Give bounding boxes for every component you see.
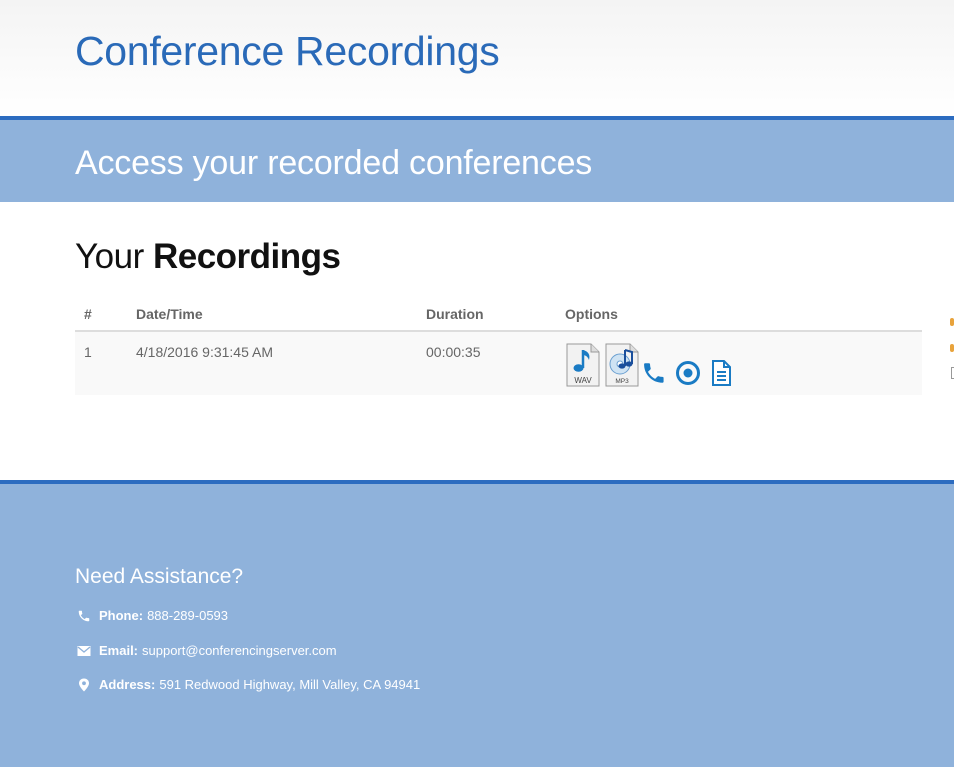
banner-subtitle: Access your recorded conferences bbox=[75, 144, 593, 182]
recording-datetime: 4/18/2016 9:31:45 AM bbox=[136, 344, 273, 360]
footer-email: Email: support@conferencingserver.com bbox=[77, 643, 337, 658]
column-header-number: # bbox=[75, 298, 136, 332]
recording-number: 1 bbox=[84, 344, 92, 360]
cell-duration: 00:00:35 bbox=[426, 331, 565, 395]
phone-icon[interactable] bbox=[643, 348, 669, 389]
footer-heading: Need Assistance? bbox=[75, 565, 244, 588]
edge-mark-1 bbox=[950, 318, 954, 326]
footer bbox=[0, 484, 954, 767]
address-label: Address: bbox=[99, 677, 156, 692]
table-row: 1 4/18/2016 9:31:45 AM 00:00:35 WAV MP3 bbox=[75, 331, 922, 395]
column-header-options: Options bbox=[565, 298, 922, 332]
cell-number: 1 bbox=[75, 331, 136, 395]
recordings-table: # Date/Time Duration Options 1 4/18/2016… bbox=[75, 298, 922, 395]
phone-number[interactable]: 888-289-0593 bbox=[147, 608, 228, 623]
cell-options: WAV MP3 bbox=[565, 331, 922, 395]
section-title: Your Recordings bbox=[75, 237, 341, 277]
recording-duration: 00:00:35 bbox=[426, 344, 481, 360]
record-icon[interactable] bbox=[672, 348, 706, 389]
email-label: Email: bbox=[99, 643, 139, 658]
section-title-prefix: Your bbox=[75, 237, 144, 276]
wav-file-icon[interactable]: WAV bbox=[565, 342, 601, 388]
email-address[interactable]: support@conferencingserver.com bbox=[142, 643, 337, 658]
section-title-bold: Recordings bbox=[152, 237, 341, 276]
map-marker-icon bbox=[79, 678, 89, 691]
wav-label: WAV bbox=[574, 376, 592, 385]
cell-datetime: 4/18/2016 9:31:45 AM bbox=[136, 331, 426, 395]
page-header: Conference Recordings bbox=[0, 0, 954, 116]
mp3-file-icon[interactable]: MP3 bbox=[604, 342, 640, 388]
mp3-label: MP3 bbox=[615, 378, 629, 385]
address-text: 591 Redwood Highway, Mill Valley, CA 949… bbox=[159, 677, 421, 692]
footer-address: Address: 591 Redwood Highway, Mill Valle… bbox=[77, 677, 420, 692]
page-title: Conference Recordings bbox=[75, 28, 500, 74]
phone-label: Phone: bbox=[99, 608, 144, 623]
phone-small-icon bbox=[78, 610, 90, 621]
table-header-row: # Date/Time Duration Options bbox=[75, 298, 922, 332]
document-icon[interactable] bbox=[709, 348, 735, 389]
edge-mark-2 bbox=[950, 344, 954, 352]
column-header-datetime: Date/Time bbox=[136, 298, 426, 332]
footer-phone: Phone: 888-289-0593 bbox=[77, 608, 228, 623]
column-header-duration: Duration bbox=[426, 298, 565, 332]
envelope-icon bbox=[77, 645, 91, 656]
